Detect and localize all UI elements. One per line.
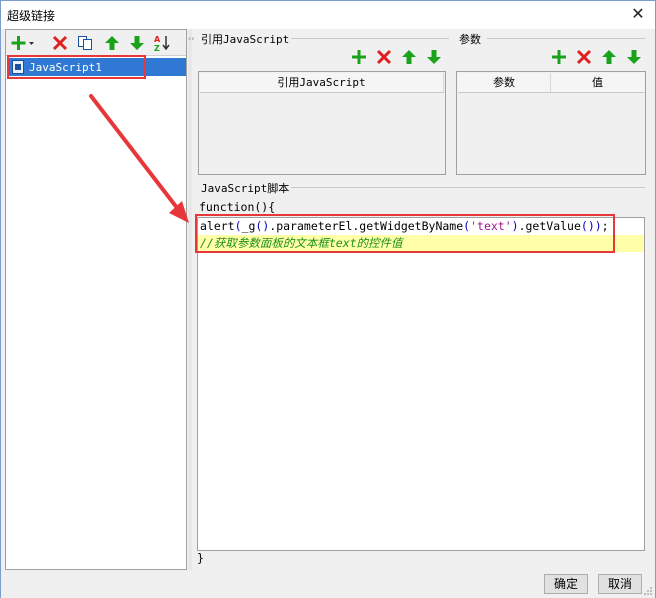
params-add-button[interactable]	[549, 47, 569, 67]
move-up-icon	[402, 50, 416, 64]
add-icon	[352, 50, 366, 64]
move-up-icon	[105, 36, 119, 50]
annotation-box-tree-item	[7, 55, 146, 79]
pane-splitter[interactable]	[188, 29, 192, 570]
ref-js-table: 引用JavaScript	[198, 71, 446, 175]
param-column-header[interactable]: 参数	[458, 73, 551, 92]
ok-button[interactable]: 确定	[544, 574, 588, 594]
copy-icon	[78, 36, 92, 50]
delete-icon	[576, 49, 592, 65]
add-icon	[11, 36, 34, 50]
ref-js-group-line	[289, 38, 449, 39]
copy-link-button[interactable]	[75, 33, 95, 53]
link-list-pane: A Z JavaScript1	[5, 29, 187, 570]
move-down-icon	[427, 50, 441, 64]
script-group-label: JavaScript脚本	[199, 180, 292, 196]
cancel-button[interactable]: 取消	[598, 574, 642, 594]
close-icon[interactable]: ✕	[627, 3, 649, 25]
javascript-config-pane: 引用JavaScript 引用JavaScript 参数 参数 值 JavaSc…	[193, 29, 651, 570]
value-column-header[interactable]: 值	[551, 73, 644, 92]
params-delete-button[interactable]	[574, 47, 594, 67]
move-up-icon	[602, 50, 616, 64]
params-table-header: 参数 值	[458, 73, 644, 93]
ref-js-column-header[interactable]: 引用JavaScript	[200, 73, 444, 92]
move-down-icon	[627, 50, 641, 64]
params-group-line	[487, 38, 645, 39]
ref-js-move-down-button[interactable]	[424, 47, 444, 67]
function-close-text: }	[197, 551, 204, 565]
ref-js-table-header: 引用JavaScript	[200, 73, 444, 93]
dialog-title: 超级链接	[7, 9, 56, 23]
annotation-box-code	[195, 214, 615, 253]
resize-grip-icon[interactable]	[643, 586, 653, 596]
ref-js-add-button[interactable]	[349, 47, 369, 67]
move-down-button[interactable]	[127, 33, 147, 53]
params-move-down-button[interactable]	[624, 47, 644, 67]
params-table: 参数 值	[456, 71, 646, 175]
dialog-footer: 确定 取消	[1, 571, 655, 598]
delete-link-button[interactable]	[50, 33, 70, 53]
javascript-code-editor[interactable]: alert(_g().parameterEl.getWidgetByName('…	[197, 217, 645, 551]
move-down-icon	[130, 36, 144, 50]
sort-button[interactable]: A Z	[152, 33, 172, 53]
sort-icon: A Z	[154, 35, 170, 52]
params-group-label: 参数	[457, 31, 483, 47]
ref-js-move-up-button[interactable]	[399, 47, 419, 67]
add-icon	[552, 50, 566, 64]
move-up-button[interactable]	[102, 33, 122, 53]
add-link-button[interactable]	[10, 33, 36, 53]
svg-text:A: A	[154, 35, 161, 44]
ref-js-delete-button[interactable]	[374, 47, 394, 67]
function-open-text: function(){	[199, 200, 276, 214]
params-move-up-button[interactable]	[599, 47, 619, 67]
link-list-toolbar: A Z	[6, 30, 186, 56]
svg-text:Z: Z	[154, 44, 160, 52]
delete-icon	[376, 49, 392, 65]
script-group-line	[289, 187, 645, 188]
delete-icon	[52, 35, 68, 51]
title-bar: 超级链接 ✕	[1, 1, 655, 29]
ref-js-group-label: 引用JavaScript	[199, 31, 292, 47]
hyperlink-dialog: 超级链接 ✕ A Z JavaScript1 ‹‹ 引用JavaScript 引…	[0, 0, 656, 598]
